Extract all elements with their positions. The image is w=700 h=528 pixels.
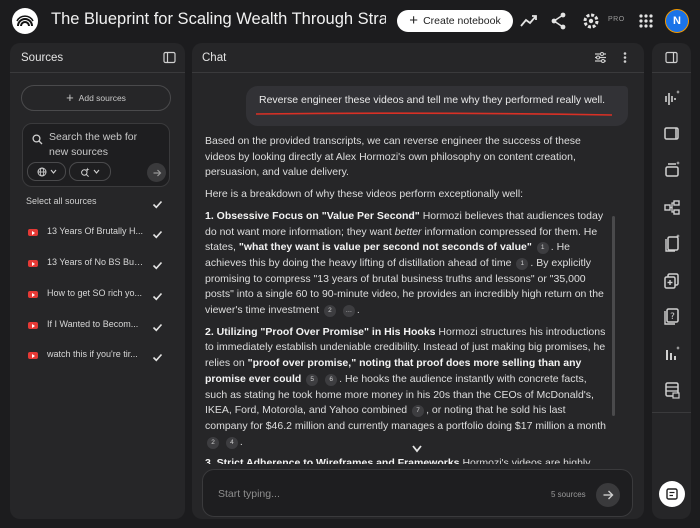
note-icon	[666, 488, 678, 500]
web-source-dropdown[interactable]	[27, 162, 66, 181]
plus-icon: +	[66, 90, 74, 105]
citation-chip[interactable]: 2	[207, 436, 219, 449]
youtube-icon	[28, 322, 38, 329]
citation-chip[interactable]: 1	[536, 242, 549, 255]
arrow-right-icon	[603, 490, 614, 500]
source-checkbox[interactable]	[152, 320, 163, 332]
chat-input-box[interactable]: Start typing... 5 sources	[202, 469, 633, 517]
youtube-icon	[28, 229, 38, 236]
youtube-icon	[28, 260, 38, 267]
response-lead: Here is a breakdown of why these videos …	[205, 188, 524, 201]
select-all-label: Select all sources	[26, 196, 97, 206]
video-overview-icon[interactable]	[660, 124, 684, 144]
add-sources-button[interactable]: + Add sources	[21, 85, 171, 111]
share-icon[interactable]	[549, 11, 569, 31]
flashcards-icon[interactable]	[660, 270, 684, 290]
svg-text:?: ?	[670, 312, 675, 322]
tune-settings-icon[interactable]	[594, 51, 607, 69]
notebooklm-logo-icon[interactable]	[12, 8, 38, 34]
red-underline-annotation	[255, 112, 613, 116]
youtube-icon	[28, 352, 38, 359]
add-sources-label: Add sources	[78, 93, 126, 103]
source-label: If I Wanted to Becom...	[47, 319, 139, 329]
mind-map-icon[interactable]	[660, 197, 684, 217]
sparkle-search-icon	[81, 167, 90, 177]
plus-icon: +	[409, 12, 419, 29]
reports-icon[interactable]	[660, 233, 684, 253]
ai-response: Based on the provided transcripts, we ca…	[205, 134, 606, 464]
slides-icon[interactable]	[660, 160, 684, 180]
source-item[interactable]: 13 Years of No BS Bus...	[28, 255, 173, 275]
collapse-panel-icon[interactable]	[163, 51, 176, 69]
search-icon	[32, 132, 43, 150]
create-notebook-label: Create notebook	[423, 15, 501, 27]
settings-gear-icon[interactable]	[581, 11, 601, 31]
quiz-icon[interactable]: ?	[660, 306, 684, 326]
response-point-3: 3. Strict Adherence to Wireframes and Fr…	[205, 457, 591, 464]
source-checkbox[interactable]	[152, 258, 163, 270]
scroll-down-arrow-icon[interactable]	[410, 441, 424, 459]
sources-title: Sources	[21, 52, 64, 64]
source-item[interactable]: watch this if you're tir...	[28, 347, 173, 367]
audio-overview-icon[interactable]	[660, 88, 684, 108]
citation-chip[interactable]: 5	[306, 373, 319, 386]
data-table-icon[interactable]	[660, 380, 684, 400]
sources-divider	[10, 72, 185, 73]
pro-badge: PRO	[608, 16, 625, 23]
send-button[interactable]	[596, 483, 620, 507]
analytics-icon[interactable]	[519, 11, 539, 31]
chat-input[interactable]: Start typing...	[218, 488, 280, 500]
source-item[interactable]: 13 Years Of Brutally H...	[28, 224, 173, 244]
globe-icon	[37, 167, 46, 176]
studio-divider	[652, 412, 691, 413]
citation-chip[interactable]: 1	[516, 257, 529, 270]
youtube-icon	[28, 291, 38, 298]
arrow-right-icon	[153, 169, 161, 176]
chat-title: Chat	[202, 52, 227, 64]
infographic-icon[interactable]	[660, 343, 684, 363]
source-label: watch this if you're tir...	[47, 349, 138, 359]
source-count-label: 5 sources	[551, 490, 586, 499]
studio-divider	[652, 72, 691, 73]
create-notebook-button[interactable]: + Create notebook	[397, 10, 513, 32]
apps-grid-icon[interactable]	[636, 11, 656, 31]
chat-scrollbar[interactable]	[612, 216, 615, 416]
source-checkbox[interactable]	[152, 227, 163, 239]
sources-panel: Sources + Add sources Search the web for…	[10, 43, 185, 519]
citation-chip[interactable]: 6	[325, 373, 338, 386]
user-message-bubble: Reverse engineer these videos and tell m…	[246, 86, 628, 126]
top-bar: The Blueprint for Scaling Wealth Through…	[0, 0, 700, 42]
response-point-1: 1. Obsessive Focus on "Value Per Second"…	[205, 209, 604, 318]
source-checkbox[interactable]	[152, 289, 163, 301]
response-point-2: 2. Utilizing "Proof Over Promise" in His…	[205, 325, 606, 449]
chat-divider	[192, 72, 644, 73]
source-item[interactable]: How to get SO rich yo...	[28, 286, 173, 306]
source-item[interactable]: If I Wanted to Becom...	[28, 317, 173, 337]
source-label: How to get SO rich yo...	[47, 288, 143, 298]
citation-chip[interactable]: …	[342, 305, 355, 318]
chevron-down-icon	[93, 169, 100, 174]
web-search-box[interactable]: Search the web for new sources	[22, 123, 170, 187]
citation-chip[interactable]: 2	[323, 305, 336, 318]
research-mode-dropdown[interactable]	[69, 162, 111, 181]
select-all-checkbox[interactable]	[152, 197, 163, 209]
chevron-down-icon	[50, 169, 56, 174]
more-options-icon[interactable]	[622, 51, 628, 69]
citation-chip[interactable]: 4	[225, 436, 238, 449]
citation-chip[interactable]: 7	[412, 405, 425, 418]
source-checkbox[interactable]	[152, 350, 163, 362]
web-search-input[interactable]: Search the web for new sources	[49, 130, 159, 160]
expand-studio-icon[interactable]	[665, 51, 678, 69]
source-label: 13 Years Of Brutally H...	[47, 226, 144, 236]
source-label: 13 Years of No BS Bus...	[47, 257, 144, 267]
user-message-text: Reverse engineer these videos and tell m…	[259, 94, 606, 106]
notebook-title[interactable]: The Blueprint for Scaling Wealth Through…	[51, 10, 386, 29]
response-intro: Based on the provided transcripts, we ca…	[205, 135, 581, 179]
add-note-button[interactable]	[659, 481, 685, 507]
avatar[interactable]: N	[665, 9, 689, 33]
submit-search-button[interactable]	[147, 163, 166, 182]
